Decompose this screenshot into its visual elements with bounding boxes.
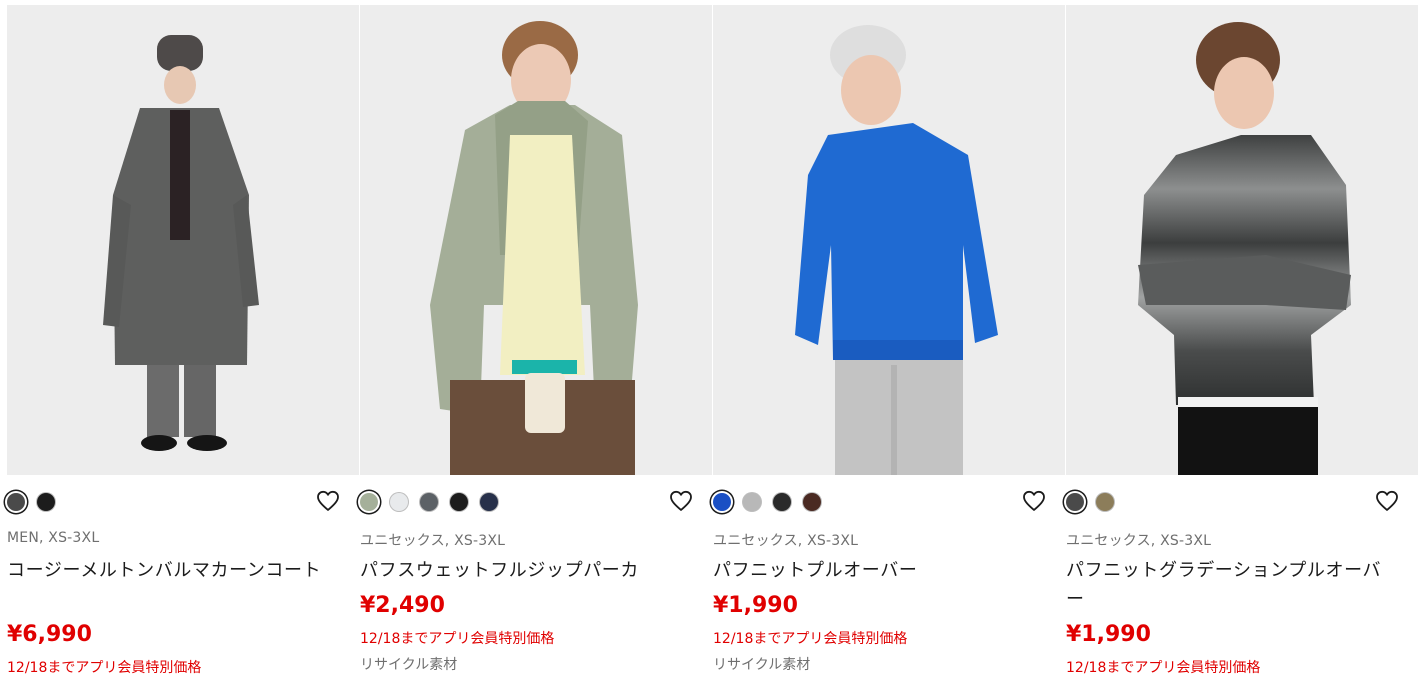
promo-text: 12/18までアプリ会員特別価格 (360, 631, 555, 647)
color-swatch[interactable] (450, 493, 468, 511)
product-grid: MEN, XS-3XL コージーメルトンバルマカーンコート ¥6,990 12/… (0, 0, 1424, 679)
product-card[interactable]: ユニセックス, XS-3XL パフニットプルオーバー ¥1,990 12/18ま… (713, 0, 1065, 679)
product-price: ¥1,990 (1066, 622, 1151, 647)
color-swatch[interactable] (1066, 493, 1084, 511)
product-image[interactable] (7, 5, 359, 475)
product-name[interactable]: パフニットグラデーションプルオーバー (1066, 556, 1396, 614)
product-price: ¥1,990 (713, 593, 798, 618)
product-name[interactable]: コージーメルトンバルマカーンコート (7, 556, 337, 585)
product-card[interactable]: ユニセックス, XS-3XL パフスウェットフルジップパーカ ¥2,490 12… (360, 0, 712, 679)
promo-text: 12/18までアプリ会員特別価格 (713, 631, 908, 647)
promo-text: 12/18までアプリ会員特別価格 (1066, 660, 1261, 676)
heart-outline-icon (1023, 490, 1045, 511)
feature-text: リサイクル素材 (713, 657, 811, 673)
color-swatch[interactable] (743, 493, 761, 511)
color-swatches (7, 490, 67, 514)
promo-text: 12/18までアプリ会員特別価格 (7, 660, 202, 676)
product-image[interactable] (713, 5, 1065, 475)
product-name[interactable]: パフスウェットフルジップパーカ (360, 556, 690, 585)
color-swatches (713, 490, 833, 514)
color-swatches (360, 490, 510, 514)
product-image[interactable] (1066, 5, 1418, 475)
favorite-button[interactable] (1021, 489, 1047, 513)
product-meta: MEN, XS-3XL (7, 530, 100, 546)
color-swatch[interactable] (773, 493, 791, 511)
product-image[interactable] (360, 5, 712, 475)
color-swatch[interactable] (7, 493, 25, 511)
heart-outline-icon (670, 490, 692, 511)
product-price: ¥6,990 (7, 622, 92, 647)
favorite-button[interactable] (1374, 489, 1400, 513)
product-meta: ユニセックス, XS-3XL (713, 533, 859, 549)
color-swatch[interactable] (713, 493, 731, 511)
color-swatches (1066, 490, 1126, 514)
color-swatch[interactable] (803, 493, 821, 511)
color-swatch[interactable] (420, 493, 438, 511)
favorite-button[interactable] (315, 489, 341, 513)
heart-outline-icon (1376, 490, 1398, 511)
color-swatch[interactable] (37, 493, 55, 511)
feature-text: リサイクル素材 (360, 657, 458, 673)
product-card[interactable]: MEN, XS-3XL コージーメルトンバルマカーンコート ¥6,990 12/… (7, 0, 359, 679)
heart-outline-icon (317, 490, 339, 511)
product-name[interactable]: パフニットプルオーバー (713, 556, 1043, 585)
product-meta: ユニセックス, XS-3XL (360, 533, 506, 549)
color-swatch[interactable] (480, 493, 498, 511)
color-swatch[interactable] (360, 493, 378, 511)
product-price: ¥2,490 (360, 593, 445, 618)
favorite-button[interactable] (668, 489, 694, 513)
product-card[interactable]: ユニセックス, XS-3XL パフニットグラデーションプルオーバー ¥1,990… (1066, 0, 1418, 679)
product-meta: ユニセックス, XS-3XL (1066, 533, 1212, 549)
color-swatch[interactable] (1096, 493, 1114, 511)
color-swatch[interactable] (390, 493, 408, 511)
